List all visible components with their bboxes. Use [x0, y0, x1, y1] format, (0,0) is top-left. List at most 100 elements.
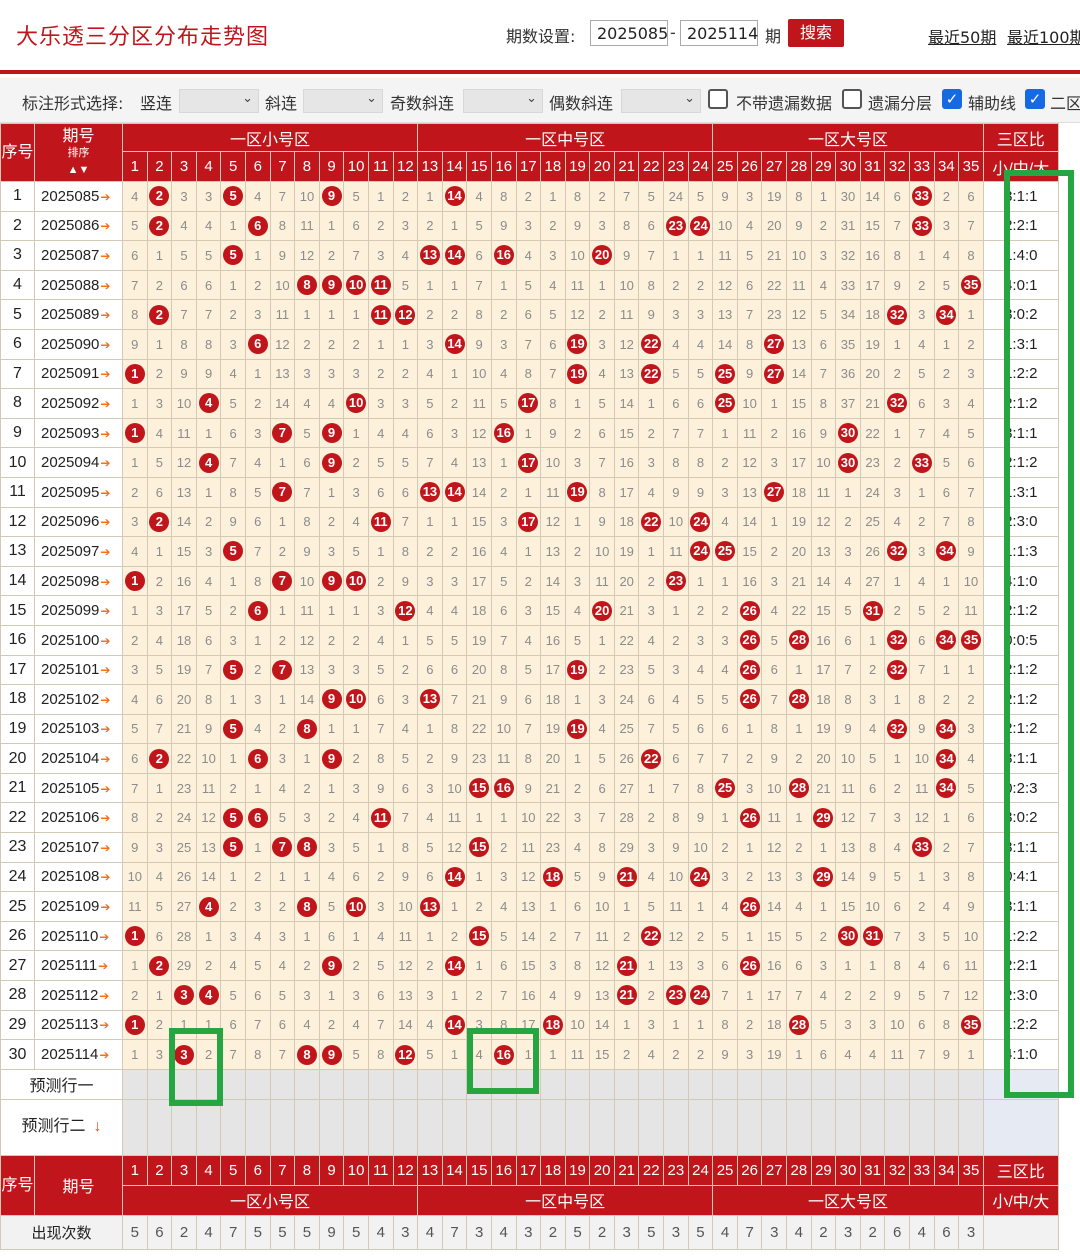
cell-15: 20 [466, 654, 492, 686]
predict-cell[interactable] [933, 1098, 960, 1156]
drawn-ball: 9 [321, 1044, 342, 1065]
miss-count: 5 [967, 425, 975, 441]
predict-cell[interactable] [761, 1098, 788, 1156]
even-select[interactable]: ⌄ [621, 89, 701, 113]
predict-cell[interactable] [515, 1068, 542, 1100]
predict-cell[interactable] [441, 1068, 468, 1100]
predict-cell[interactable] [466, 1068, 492, 1100]
predict-cell[interactable] [638, 1068, 665, 1100]
drawn-ball: 22 [641, 926, 662, 947]
col-issue-header[interactable]: 期号 排序 ▲▼ [34, 123, 123, 182]
predict-cell[interactable] [122, 1098, 148, 1156]
predict-cell[interactable] [564, 1068, 591, 1100]
period-from-input[interactable]: 2025085 [590, 20, 668, 46]
predict-cell[interactable] [490, 1098, 517, 1156]
predict-cell[interactable] [146, 1098, 173, 1156]
predict-cell[interactable] [294, 1068, 320, 1100]
predict-cell[interactable] [195, 1098, 222, 1156]
recent-100-link[interactable]: 最近100期 [1007, 24, 1080, 48]
predict-cell[interactable] [343, 1068, 369, 1100]
predict-cell[interactable] [663, 1098, 689, 1156]
predict-cell[interactable] [392, 1068, 419, 1100]
predict-cell[interactable] [269, 1098, 296, 1156]
predict-cell[interactable] [761, 1068, 788, 1100]
predict-cell[interactable] [638, 1098, 665, 1156]
predict-cell[interactable] [810, 1068, 837, 1100]
predict-cell[interactable] [810, 1098, 837, 1156]
predict-cell[interactable] [909, 1068, 935, 1100]
predict-cell[interactable] [244, 1068, 271, 1100]
recent-50-link[interactable]: 最近50期 [928, 24, 996, 48]
predict-cell[interactable] [318, 1098, 345, 1156]
predict-cell[interactable] [736, 1068, 763, 1100]
zone2-checkbox[interactable]: ✓ [1025, 89, 1045, 109]
predict-cell[interactable] [663, 1068, 689, 1100]
predict-cell[interactable] [244, 1098, 271, 1156]
predict-cell[interactable] [490, 1068, 517, 1100]
predict-cell[interactable] [220, 1068, 246, 1100]
predict-cell[interactable] [687, 1068, 714, 1100]
cell-6: 4 [244, 181, 271, 212]
predict-cell[interactable] [884, 1068, 910, 1100]
predict-cell[interactable] [589, 1068, 615, 1100]
sort-icon[interactable]: ▲▼ [68, 164, 90, 176]
predict-cell[interactable] [564, 1098, 591, 1156]
predict-cell[interactable] [786, 1098, 812, 1156]
no-miss-checkbox[interactable] [708, 89, 728, 109]
diagonal-select[interactable]: ⌄ [303, 89, 383, 113]
predict-cell[interactable] [835, 1068, 861, 1100]
aux-line-checkbox[interactable]: ✓ [942, 89, 962, 109]
search-button[interactable]: 搜索 [788, 19, 844, 47]
odd-select[interactable]: ⌄ [463, 89, 543, 113]
predict-cell[interactable] [687, 1098, 714, 1156]
predict-cell[interactable] [712, 1098, 738, 1156]
predict-cell[interactable] [441, 1098, 468, 1156]
predict-cell[interactable] [613, 1068, 640, 1100]
predict-cell[interactable] [195, 1068, 222, 1100]
predict-cell[interactable] [294, 1098, 320, 1156]
predict-cell[interactable] [318, 1068, 345, 1100]
miss-count: 5 [352, 543, 360, 559]
predict-cell[interactable] [712, 1068, 738, 1100]
predict-cell[interactable] [613, 1098, 640, 1156]
predict-cell[interactable] [589, 1098, 615, 1156]
predict-cell[interactable] [220, 1098, 246, 1156]
cell-28: 7 [786, 980, 812, 1011]
miss-count: 13 [619, 366, 634, 382]
period-to-input[interactable]: 2025114 [680, 20, 758, 46]
predict-cell[interactable] [146, 1068, 173, 1100]
vertical-select[interactable]: ⌄ [179, 89, 259, 113]
cell-20: 20 [589, 240, 615, 271]
predict-cell[interactable] [466, 1098, 492, 1156]
predict-cell[interactable] [540, 1068, 566, 1100]
arrow-down-icon[interactable]: ↓ [94, 1118, 102, 1135]
cell-26: 13 [736, 476, 763, 508]
predict-cell[interactable] [122, 1068, 148, 1100]
predict-cell[interactable] [859, 1068, 886, 1100]
miss-count: 17 [865, 277, 880, 293]
predict-cell[interactable] [515, 1098, 542, 1156]
predict-cell[interactable] [417, 1068, 443, 1100]
predict-cell[interactable] [367, 1098, 394, 1156]
predict-cell[interactable] [171, 1068, 197, 1100]
predict-cell[interactable] [367, 1068, 394, 1100]
predict-cell[interactable] [417, 1098, 443, 1156]
predict-cell[interactable] [540, 1098, 566, 1156]
predict-cell[interactable] [736, 1098, 763, 1156]
miss-count: 3 [155, 603, 163, 619]
drawn-ball: 17 [518, 452, 539, 473]
predict-cell[interactable] [392, 1098, 419, 1156]
miss-count: 2 [475, 987, 483, 1003]
predict-cell[interactable] [958, 1098, 984, 1156]
predict-cell[interactable] [171, 1098, 197, 1156]
predict-cell[interactable] [835, 1098, 861, 1156]
predict-cell[interactable] [884, 1098, 910, 1156]
predict-cell[interactable] [933, 1068, 960, 1100]
predict-cell[interactable] [786, 1068, 812, 1100]
miss-layer-checkbox[interactable] [842, 89, 862, 109]
predict-cell[interactable] [343, 1098, 369, 1156]
predict-cell[interactable] [958, 1068, 984, 1100]
predict-cell[interactable] [859, 1098, 886, 1156]
predict-cell[interactable] [269, 1068, 296, 1100]
predict-cell[interactable] [909, 1098, 935, 1156]
